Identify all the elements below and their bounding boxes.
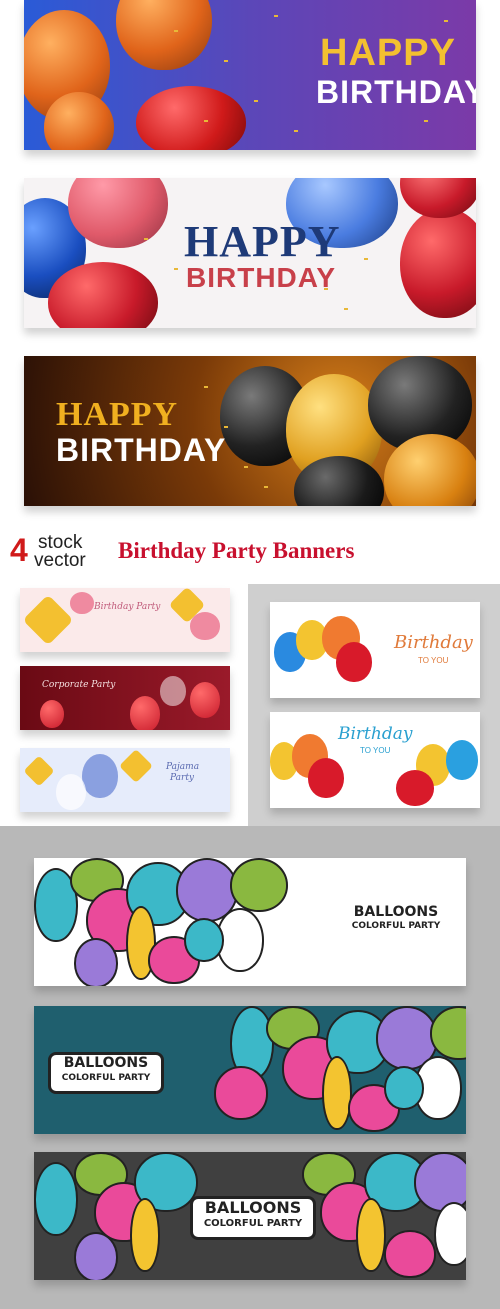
brand-number: 4 <box>10 532 28 568</box>
thumb-birthday-party: Birthday Party <box>20 588 230 652</box>
red-balloon <box>48 262 158 328</box>
thumb-label: Party <box>170 773 195 783</box>
star-balloon <box>119 749 153 783</box>
banner-title-birthday: BIRTHDAY <box>56 432 227 468</box>
label-line2: COLORFUL PARTY <box>203 1218 303 1229</box>
banner-happy-birthday-purple: HAPPY BIRTHDAY <box>24 0 476 150</box>
balloons-label: BALLOONS COLORFUL PARTY <box>190 1196 316 1240</box>
thumb-label: Corporate Party <box>42 680 116 690</box>
thumb-pajama-party: Pajama Party <box>20 748 230 812</box>
moon-balloon <box>82 754 118 798</box>
thumb-title: Birthday <box>338 724 413 744</box>
clear-balloon <box>160 676 186 706</box>
thumb-birthday-to-you-2: Birthday TO YOU <box>270 712 480 808</box>
blue-balloon <box>446 740 478 780</box>
brand-logo: 4 stock vector <box>10 532 110 572</box>
banner-title-happy: HAPPY <box>184 217 341 266</box>
pink-balloon <box>384 1230 436 1278</box>
red-heart-balloon <box>136 86 246 150</box>
thumb-corporate-party: Corporate Party <box>20 666 230 730</box>
heart-balloon <box>190 612 220 640</box>
thumb-birthday-to-you-1: Birthday TO YOU <box>270 602 480 698</box>
banner-balloons-teal: BALLOONS COLORFUL PARTY <box>34 1006 466 1134</box>
banner-happy-birthday-white: HAPPY BIRTHDAY <box>24 178 476 328</box>
brand-vector: vector <box>34 550 86 571</box>
purple-balloon <box>74 1232 118 1280</box>
red-balloon <box>190 682 220 718</box>
balloons-label: BALLOONS COLORFUL PARTY <box>346 904 446 938</box>
banner-balloons-dark: BALLOONS COLORFUL PARTY <box>34 1152 466 1280</box>
red-balloon <box>40 700 64 728</box>
yellow-balloon <box>322 1056 352 1130</box>
clear-balloon <box>56 774 86 810</box>
teal-balloon <box>384 1066 424 1110</box>
orange-balloon <box>44 92 114 150</box>
heart-balloon <box>70 592 94 614</box>
red-balloon <box>308 758 344 798</box>
pink-balloon <box>214 1066 268 1120</box>
thumb-title: Birthday <box>394 632 473 653</box>
white-balloon <box>434 1202 466 1266</box>
banner-title-happy: HAPPY <box>320 32 456 74</box>
label-line2: COLORFUL PARTY <box>351 921 441 931</box>
teal-balloon <box>34 1162 78 1236</box>
banner-title-happy: HAPPY <box>56 396 179 433</box>
banner-balloons-white: BALLOONS COLORFUL PARTY <box>34 858 466 986</box>
thumb-label: Pajama <box>166 762 200 772</box>
banner-happy-birthday-gold: HAPPY BIRTHDAY <box>24 356 476 506</box>
thumb-subtitle: TO YOU <box>360 746 391 755</box>
red-balloon <box>336 642 372 682</box>
teal-balloon <box>184 918 224 962</box>
balloons-label: BALLOONS COLORFUL PARTY <box>48 1052 164 1094</box>
label-line1: BALLOONS <box>63 1055 149 1071</box>
yellow-balloon <box>130 1198 160 1272</box>
green-balloon <box>430 1006 466 1060</box>
red-balloon <box>396 770 434 806</box>
red-balloon <box>400 178 476 218</box>
banner-title-birthday: BIRTHDAY <box>186 262 337 293</box>
red-balloon <box>130 696 160 730</box>
purple-balloon <box>74 938 118 986</box>
yellow-balloon <box>356 1198 386 1272</box>
star-balloon <box>22 594 74 646</box>
red-balloon <box>400 208 476 318</box>
orange-balloon <box>116 0 212 70</box>
label-line1: BALLOONS <box>353 904 439 920</box>
green-balloon <box>230 858 288 912</box>
label-line2: COLORFUL PARTY <box>61 1073 151 1083</box>
star-balloon <box>23 755 55 787</box>
thumb-label: Birthday Party <box>94 602 161 612</box>
page-title: Birthday Party Banners <box>118 538 355 563</box>
thumb-subtitle: TO YOU <box>418 656 449 665</box>
label-line1: BALLOONS <box>204 1198 302 1217</box>
banner-title-birthday: BIRTHDAY <box>316 74 476 110</box>
